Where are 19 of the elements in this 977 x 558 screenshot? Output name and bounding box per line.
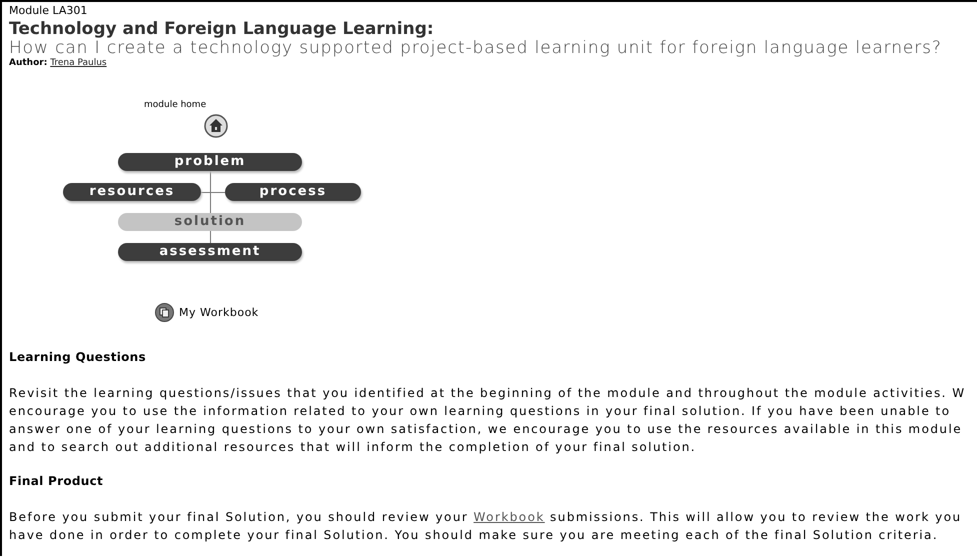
workbook-link[interactable]: Workbook <box>474 510 545 524</box>
nav-pill[interactable]: assessment <box>118 243 302 261</box>
author-label: Author: <box>9 58 48 68</box>
home-icon[interactable] <box>204 114 228 138</box>
home-label: module home <box>144 100 208 111</box>
nav-pill[interactable]: solution <box>118 213 302 231</box>
workbook-link[interactable]: My Workbook <box>179 306 259 319</box>
paragraph: Revisit the learning questions/issues that you identified at the beginning of the module and throughout the module activities. W encourage you to use the information related to your own learning questions in your final solution. If you have been unable to answer one of your learning questions to your own satisfaction, we encourage you to use the resources available in this module and to search out additional resources that will inform the completion of your final solution. <box>9 385 967 456</box>
page-subtitle: How can I create a technology supported project-based learning unit for foreign language learners? <box>9 39 943 57</box>
nav-pill[interactable]: resources <box>63 183 201 201</box>
nav-pill[interactable]: problem <box>118 153 302 171</box>
workbook-icon[interactable] <box>155 303 174 322</box>
module-code: Module LA301 <box>9 4 88 18</box>
page-title: Technology and Foreign Language Learning: <box>9 19 435 39</box>
section-heading: Learning Questions <box>9 350 147 365</box>
paragraph: Before you submit your final Solution, you should review your Workbook submissions. This will allow you to review the work you have done in order to complete your final Solution. You should make sure you are meeting each of the final Solution criteria. <box>9 509 963 544</box>
section-heading: Final Product <box>9 474 104 489</box>
author-link[interactable]: Trena Paulus <box>50 58 107 68</box>
nav-pill[interactable]: process <box>225 183 361 201</box>
